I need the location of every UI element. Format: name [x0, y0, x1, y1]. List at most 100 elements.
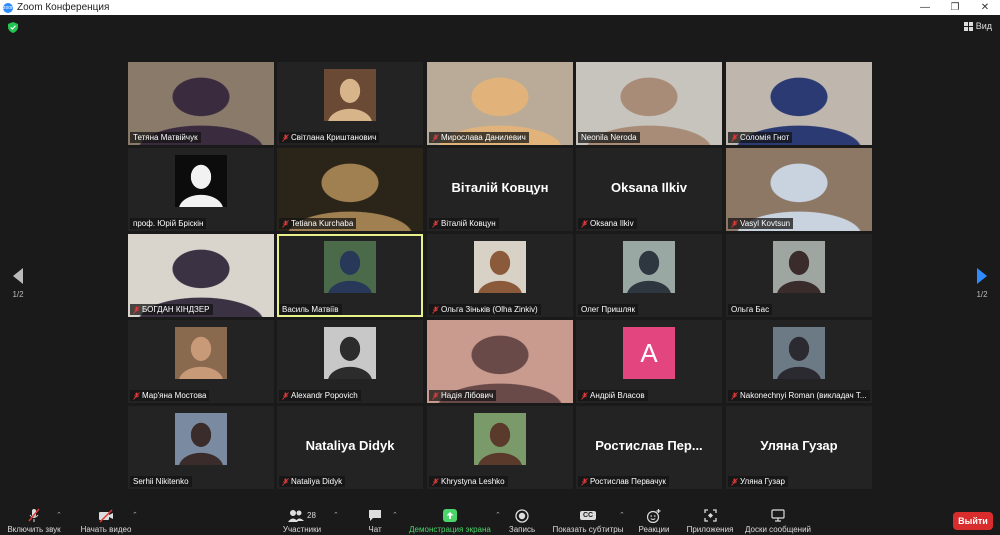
participant-name-label: Ольга Зіньків (Olha Zinkiv): [429, 304, 541, 315]
microphone-muted-icon: [432, 219, 439, 228]
record-icon: [515, 508, 529, 523]
microphone-muted-icon: [581, 391, 588, 400]
participant-tile[interactable]: Уляна Гузар Уляна Гузар: [726, 406, 872, 489]
participant-name: Serhii Nikitenko: [133, 477, 189, 486]
participant-name-label: Khrystyna Leshko: [429, 476, 508, 487]
participant-tile[interactable]: Соломія Гнот: [726, 62, 872, 145]
participant-tile[interactable]: Ольга Бас: [726, 234, 872, 317]
participant-name-label: Ольга Бас: [728, 304, 773, 315]
chevron-right-icon: [977, 268, 987, 284]
captions-button[interactable]: CC Показать субтитры: [552, 507, 624, 535]
participant-tile[interactable]: Ольга Зіньків (Olha Zinkiv): [427, 234, 573, 317]
participant-name: Ольга Бас: [731, 305, 770, 314]
video-options-chevron-icon[interactable]: ⌃: [132, 511, 138, 519]
avatar: A: [623, 327, 675, 379]
participant-name-label: Соломія Гнот: [728, 132, 793, 143]
participant-display-name: Уляна Гузар: [760, 438, 838, 453]
participant-name: проф. Юрій Бріскін: [133, 219, 204, 228]
next-page-button[interactable]: 1/2: [972, 268, 992, 299]
microphone-muted-icon: [731, 219, 738, 228]
grid-view-icon: [963, 21, 973, 31]
participant-tile[interactable]: Tetiana Kurchaba: [277, 148, 423, 231]
participant-tile[interactable]: Nakonechnyi Roman (викладач Т...: [726, 320, 872, 403]
participant-tile[interactable]: БОГДАН КІНДЗЕР: [128, 234, 274, 317]
participant-tile[interactable]: Oksana Ilkiv Oksana Ilkiv: [576, 148, 722, 231]
participant-tile[interactable]: проф. Юрій Бріскін: [128, 148, 274, 231]
participant-display-name: Oksana Ilkiv: [611, 180, 687, 195]
participant-tile[interactable]: Alexandr Popovich: [277, 320, 423, 403]
participant-name: Віталій Ковцун: [441, 219, 496, 228]
chat-button[interactable]: Чат: [360, 507, 390, 535]
microphone-muted-icon: [581, 219, 588, 228]
share-screen-label: Демонстрация экрана: [409, 525, 491, 534]
whiteboard-icon: [771, 509, 785, 522]
window-title: Zoom Конференция: [17, 2, 110, 13]
participant-tile[interactable]: Віталій Ковцун Віталій Ковцун: [427, 148, 573, 231]
whiteboards-button[interactable]: Доски сообщений: [740, 507, 816, 535]
participants-options-chevron-icon[interactable]: ⌃: [333, 511, 339, 519]
participant-name-label: Андрій Власов: [578, 390, 648, 401]
record-label: Запись: [508, 525, 536, 534]
view-label: Вид: [975, 21, 992, 31]
participant-name: Світлана Криштанович: [291, 133, 377, 142]
participant-video: [474, 241, 526, 293]
captions-options-chevron-icon[interactable]: ⌃: [619, 511, 625, 519]
share-options-chevron-icon[interactable]: ⌃: [495, 511, 501, 519]
microphone-muted-icon: [133, 391, 140, 400]
participant-tile[interactable]: A Андрій Власов: [576, 320, 722, 403]
participant-video: [474, 413, 526, 465]
participant-name-label: Nakonechnyi Roman (викладач Т...: [728, 390, 870, 401]
participant-name: Neonila Neroda: [581, 133, 637, 142]
share-screen-icon: [443, 509, 457, 522]
participant-name-label: Alexandr Popovich: [279, 390, 361, 401]
participant-name: Khrystyna Leshko: [441, 477, 505, 486]
share-screen-button[interactable]: Демонстрация экрана: [406, 507, 494, 535]
participant-name: Соломія Гнот: [740, 133, 790, 142]
participant-tile[interactable]: Vasyl Kovtsun: [726, 148, 872, 231]
participant-name-label: Василь Матвіїв: [279, 304, 342, 315]
participant-tile[interactable]: Neonila Neroda: [576, 62, 722, 145]
minimize-button[interactable]: —: [910, 0, 940, 15]
microphone-muted-icon: [282, 391, 289, 400]
microphone-muted-icon: [432, 477, 439, 486]
participant-tile[interactable]: Мар'яна Мостова: [128, 320, 274, 403]
participant-tile[interactable]: Тетяна Матвійчук: [128, 62, 274, 145]
participant-tile[interactable]: Khrystyna Leshko: [427, 406, 573, 489]
participant-name-label: Надія Лібович: [429, 390, 497, 401]
participants-button[interactable]: 28 Участники: [280, 507, 324, 535]
participant-name: Nataliya Didyk: [291, 477, 343, 486]
audio-options-chevron-icon[interactable]: ⌃: [56, 511, 62, 519]
record-button[interactable]: Запись: [506, 507, 538, 535]
close-button[interactable]: ✕: [970, 0, 1000, 15]
participant-video: [773, 241, 825, 293]
participant-name-label: Тетяна Матвійчук: [130, 132, 201, 143]
participant-tile[interactable]: Ростислав Пер... Ростислав Первачук: [576, 406, 722, 489]
participant-tile[interactable]: Надія Лібович: [427, 320, 573, 403]
leave-button[interactable]: Выйти: [953, 512, 993, 530]
maximize-button[interactable]: ❐: [940, 0, 970, 15]
participant-name: Андрій Власов: [590, 391, 645, 400]
participant-tile[interactable]: Nataliya Didyk Nataliya Didyk: [277, 406, 423, 489]
view-button[interactable]: Вид: [963, 21, 992, 31]
participant-name-label: Мар'яна Мостова: [130, 390, 210, 401]
participant-video: [324, 69, 376, 121]
microphone-muted-icon: [432, 133, 439, 142]
participant-tile[interactable]: Олег Пришляк: [576, 234, 722, 317]
participant-tile[interactable]: Serhii Nikitenko: [128, 406, 274, 489]
participant-name: Уляна Гузар: [740, 477, 785, 486]
prev-page-button[interactable]: 1/2: [8, 268, 28, 299]
participant-video: [175, 413, 227, 465]
title-bar: zoom Zoom Конференция — ❐ ✕: [0, 0, 1000, 15]
apps-button[interactable]: Приложения: [684, 507, 736, 535]
participant-tile[interactable]: Мирослава Данилевич: [427, 62, 573, 145]
shield-icon[interactable]: [8, 22, 18, 33]
participant-name: Vasyl Kovtsun: [740, 219, 791, 228]
whiteboards-label: Доски сообщений: [744, 525, 811, 534]
participant-name-label: БОГДАН КІНДЗЕР: [130, 304, 213, 315]
participant-tile[interactable]: Світлана Криштанович: [277, 62, 423, 145]
chat-options-chevron-icon[interactable]: ⌃: [392, 511, 398, 519]
start-video-button[interactable]: Начать видео: [76, 507, 136, 535]
unmute-label: Включить звук: [7, 525, 61, 534]
participant-tile[interactable]: Василь Матвіїв: [277, 234, 423, 317]
reactions-button[interactable]: Реакции: [636, 507, 672, 535]
